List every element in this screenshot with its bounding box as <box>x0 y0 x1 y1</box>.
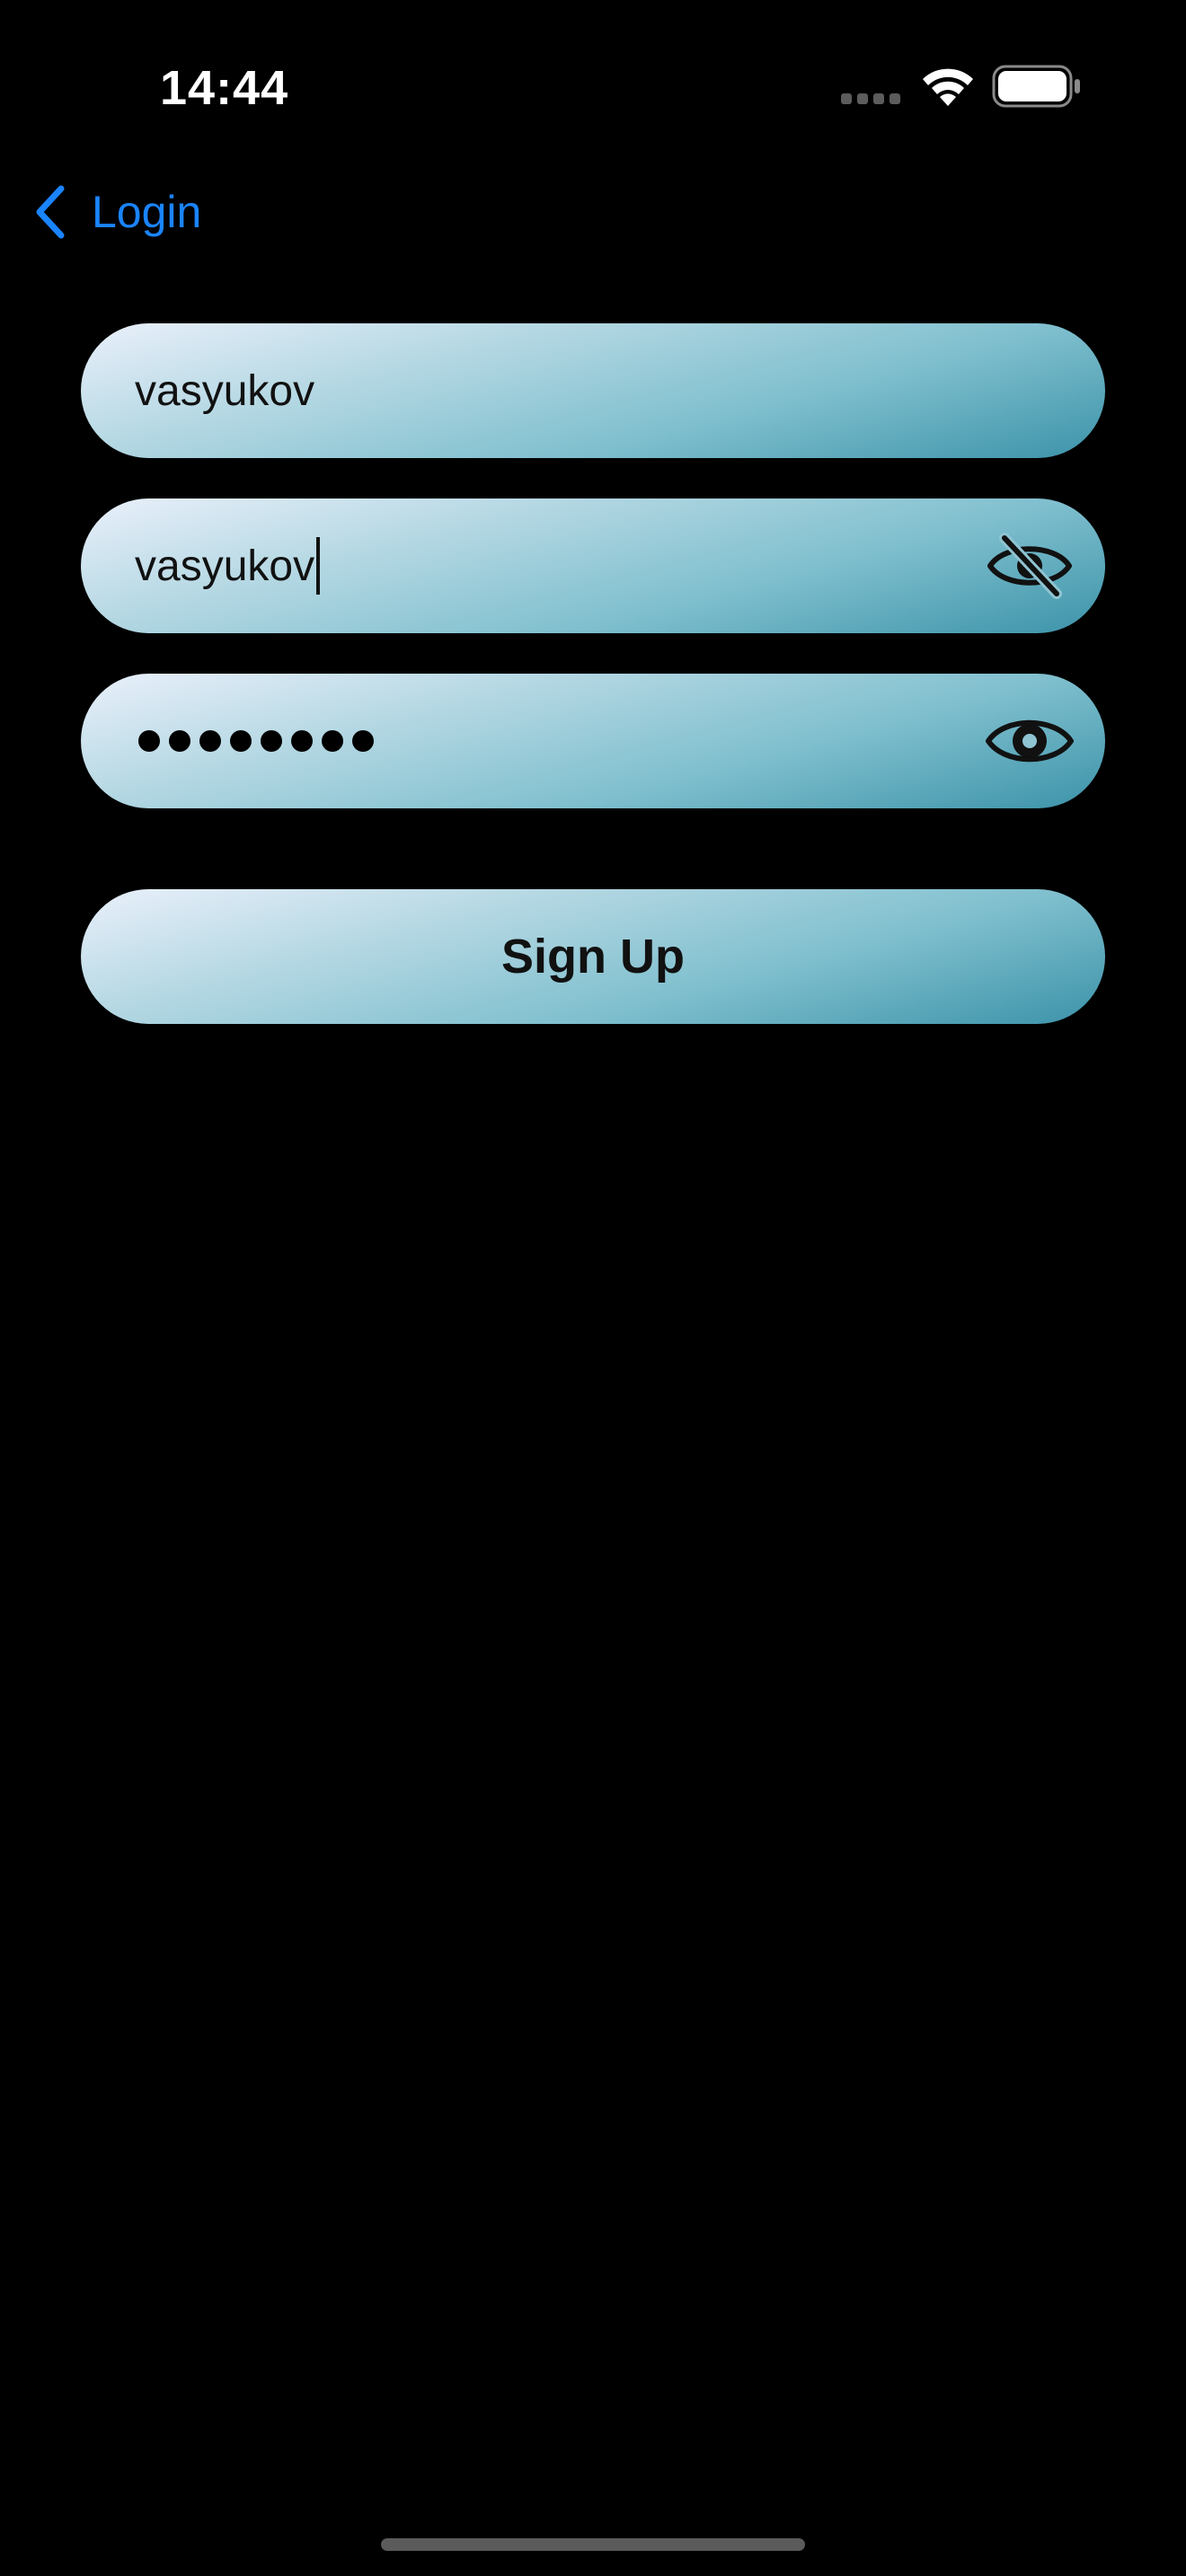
password-mask-dot <box>291 730 313 752</box>
signal-dots-icon <box>841 93 900 104</box>
status-icons <box>839 65 1082 110</box>
password-value-wrap: vasyukov <box>135 498 321 633</box>
username-value: vasyukov <box>135 366 315 415</box>
masked-password-dots <box>138 674 374 808</box>
home-indicator[interactable] <box>381 2538 805 2551</box>
chevron-left-icon <box>36 185 65 239</box>
status-time: 14:44 <box>160 61 289 115</box>
password-mask-dot <box>352 730 374 752</box>
password-field[interactable]: vasyukov <box>81 498 1105 633</box>
battery-icon <box>992 65 1080 108</box>
eye-icon[interactable] <box>985 706 1075 776</box>
password-value: vasyukov <box>135 542 315 590</box>
password-mask-dot <box>322 730 343 752</box>
back-button-label: Login <box>92 187 202 237</box>
sign-up-button[interactable]: Sign Up <box>81 889 1105 1024</box>
wifi-icon <box>923 68 973 106</box>
password-mask-dot <box>169 730 190 752</box>
password-mask-dot <box>261 730 282 752</box>
password-mask-dot <box>199 730 221 752</box>
text-caret <box>316 537 321 595</box>
confirm-password-field[interactable] <box>81 674 1105 808</box>
back-button[interactable]: Login <box>32 176 201 248</box>
password-mask-dot <box>230 730 252 752</box>
username-field[interactable]: vasyukov <box>81 323 1105 458</box>
sign-up-button-label: Sign Up <box>501 930 685 984</box>
password-mask-dot <box>138 730 160 752</box>
eye-slash-icon[interactable] <box>985 531 1075 601</box>
